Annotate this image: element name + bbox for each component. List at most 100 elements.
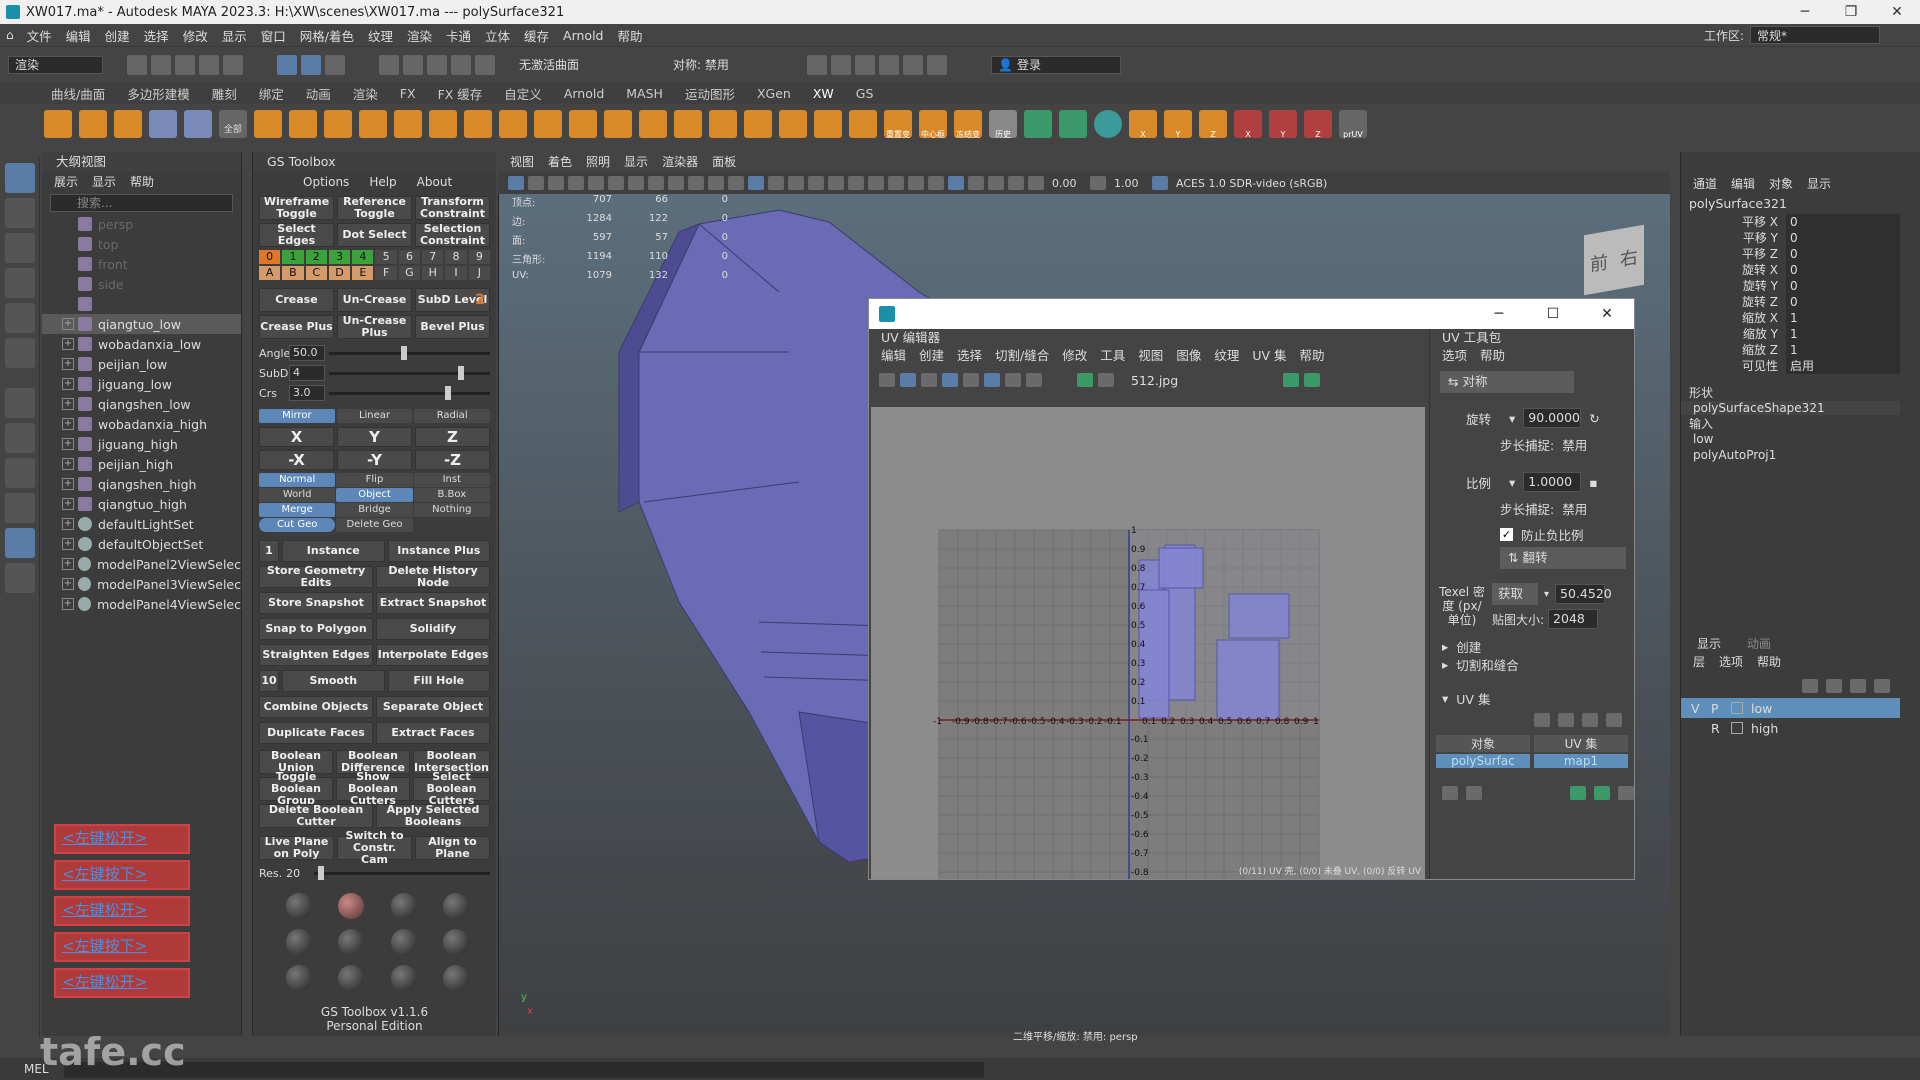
render-frame-icon[interactable]	[831, 54, 851, 75]
shelf-mirror-y-button[interactable]: Y	[1164, 110, 1192, 139]
expand-icon[interactable]: +	[62, 498, 74, 510]
redo-icon[interactable]	[223, 54, 243, 75]
subd-level-button[interactable]: SubD Level 2	[415, 288, 490, 312]
gate-mask-icon[interactable]	[648, 176, 664, 190]
layer-playback-toggle[interactable]: R	[1711, 721, 1723, 736]
flip-pill[interactable]: Flip	[336, 473, 413, 487]
layer-row[interactable]: V Plow	[1681, 698, 1900, 718]
menu-item[interactable]: 窗口	[254, 26, 293, 45]
resolution-gate-icon[interactable]	[628, 176, 644, 190]
selection-constraint-button[interactable]: Selection Constraint	[415, 223, 490, 247]
lights-icon[interactable]	[828, 176, 844, 190]
gs-options-menu[interactable]: Options	[303, 172, 349, 192]
show-boolean-cutters-button[interactable]: Show Boolean Cutters	[336, 771, 410, 807]
wireframe-icon[interactable]	[728, 176, 744, 190]
outliner-layout-icon[interactable]	[5, 528, 35, 558]
expand-icon[interactable]: +	[62, 358, 74, 370]
shelf-tool5-icon[interactable]	[394, 110, 422, 138]
inst-pill[interactable]: Inst	[413, 473, 490, 487]
menu-item[interactable]: 选择	[137, 26, 176, 45]
number-key-button[interactable]: 8	[445, 250, 467, 264]
bookmark-icon[interactable]	[548, 176, 564, 190]
bridge-pill[interactable]: Bridge	[336, 503, 413, 517]
color-management-icon[interactable]	[1152, 176, 1168, 190]
shelf-scale-x-button[interactable]: X	[1234, 110, 1262, 139]
shelf-center-pivot-button[interactable]: 中心枢	[919, 110, 947, 139]
channel-value[interactable]: 1	[1786, 326, 1900, 342]
delete-history-node-button[interactable]: Delete History Node	[376, 565, 490, 589]
channel-row[interactable]: 平移 X 0	[1681, 214, 1900, 230]
uv-toolbar-icon[interactable]	[1026, 373, 1042, 387]
material-swatch[interactable]	[338, 965, 365, 991]
outliner-item[interactable]: + qiangtuo_high	[42, 494, 241, 514]
switch-constr-cam-button[interactable]: Switch to Constr. Cam	[337, 830, 412, 866]
live-plane-button[interactable]: Live Plane on Poly	[259, 836, 334, 860]
camera-attr-icon[interactable]	[528, 176, 544, 190]
home-icon[interactable]: ⌂	[6, 28, 14, 42]
shelf-tool6-icon[interactable]	[429, 110, 457, 138]
letter-key-button[interactable]: I	[445, 266, 467, 280]
layer-color-swatch[interactable]	[1731, 702, 1743, 714]
channel-value[interactable]: 0	[1786, 278, 1900, 294]
shelf-tool17-icon[interactable]	[814, 110, 842, 138]
outliner-item[interactable]: front	[42, 254, 241, 274]
shelf-cube-icon[interactable]	[44, 110, 72, 138]
instance-button[interactable]: Instance	[282, 540, 385, 562]
scale-field[interactable]: 1.0000	[1523, 472, 1582, 492]
aa-icon[interactable]	[908, 176, 924, 190]
channel-row[interactable]: 缩放 Z 1	[1681, 342, 1900, 358]
extract-faces-button[interactable]: Extract Faces	[376, 722, 490, 744]
scale-dropdown-icon[interactable]: ▾	[1509, 475, 1515, 490]
outliner-item[interactable]: + wobadanxia_low	[42, 334, 241, 354]
expand-icon[interactable]: +	[62, 438, 74, 450]
four-view-icon[interactable]	[5, 458, 35, 488]
shelf-tab[interactable]: 运动图形	[674, 84, 746, 103]
align-to-plane-button[interactable]: Align to Plane	[415, 836, 490, 860]
axis-y-button[interactable]: Y	[337, 427, 412, 447]
prevent-negative-checkbox[interactable]: ✓	[1500, 527, 1513, 541]
uvset-paste-icon[interactable]	[1606, 713, 1622, 727]
gamma-field[interactable]: 1.00	[1114, 177, 1148, 190]
viewport-menu-item[interactable]: 显示	[624, 152, 648, 172]
material-swatch[interactable]	[286, 893, 313, 919]
select-boolean-cutters-button[interactable]: Select Boolean Cutters	[413, 771, 490, 807]
outliner-search-input[interactable]: 搜索...	[50, 194, 233, 212]
layer-down-icon[interactable]	[1826, 679, 1842, 693]
outliner-item[interactable]: + wobadanxia_high	[42, 414, 241, 434]
uv-menu-item[interactable]: 工具	[1100, 347, 1125, 365]
wire-on-shaded-icon[interactable]	[788, 176, 804, 190]
outliner-item[interactable]: side	[42, 274, 241, 294]
motion-blur-icon[interactable]	[888, 176, 904, 190]
uv-toolkit-options-menu[interactable]: 选项	[1442, 347, 1467, 365]
expand-icon[interactable]: +	[62, 538, 74, 550]
uvset-tool-icon[interactable]	[1570, 786, 1586, 800]
material-swatch[interactable]	[442, 893, 469, 919]
channel-value[interactable]: 1	[1786, 310, 1900, 326]
magnify-icon[interactable]	[5, 563, 35, 593]
toggle-boolean-group-button[interactable]: Toggle Boolean Group	[259, 771, 333, 807]
shelf-tab[interactable]: MASH	[615, 86, 674, 101]
letter-key-button[interactable]: B	[282, 266, 304, 280]
delete-geo-pill[interactable]: Delete Geo	[336, 518, 413, 532]
outliner-item[interactable]: + defaultObjectSet	[42, 534, 241, 554]
grid-icon[interactable]	[588, 176, 604, 190]
uv-checker-icon[interactable]	[1098, 373, 1114, 387]
uvset-new-icon[interactable]	[1534, 713, 1550, 727]
layer-menu-item[interactable]: 层	[1693, 652, 1705, 672]
uvset-link-icon[interactable]	[1442, 786, 1458, 800]
shelf-tool2-icon[interactable]	[289, 110, 317, 138]
menu-item[interactable]: 卡通	[439, 26, 478, 45]
texel-get-button[interactable]: 获取	[1492, 583, 1538, 605]
shadows-icon[interactable]	[848, 176, 864, 190]
step-snap-dropdown[interactable]: 禁用	[1562, 435, 1587, 454]
cut-geo-pill[interactable]: Cut Geo	[259, 518, 336, 532]
uv-toolbar-icon[interactable]	[963, 373, 979, 387]
outliner-item[interactable]: + jiguang_low	[42, 374, 241, 394]
layer-playback-toggle[interactable]: P	[1711, 701, 1723, 716]
rotate-field[interactable]: 90.0000	[1523, 408, 1582, 428]
expand-icon[interactable]: +	[62, 398, 74, 410]
letter-key-button[interactable]: D	[328, 266, 351, 280]
expand-icon[interactable]: +	[62, 318, 74, 330]
select-component-icon[interactable]	[325, 54, 345, 75]
ssao-icon[interactable]	[868, 176, 884, 190]
